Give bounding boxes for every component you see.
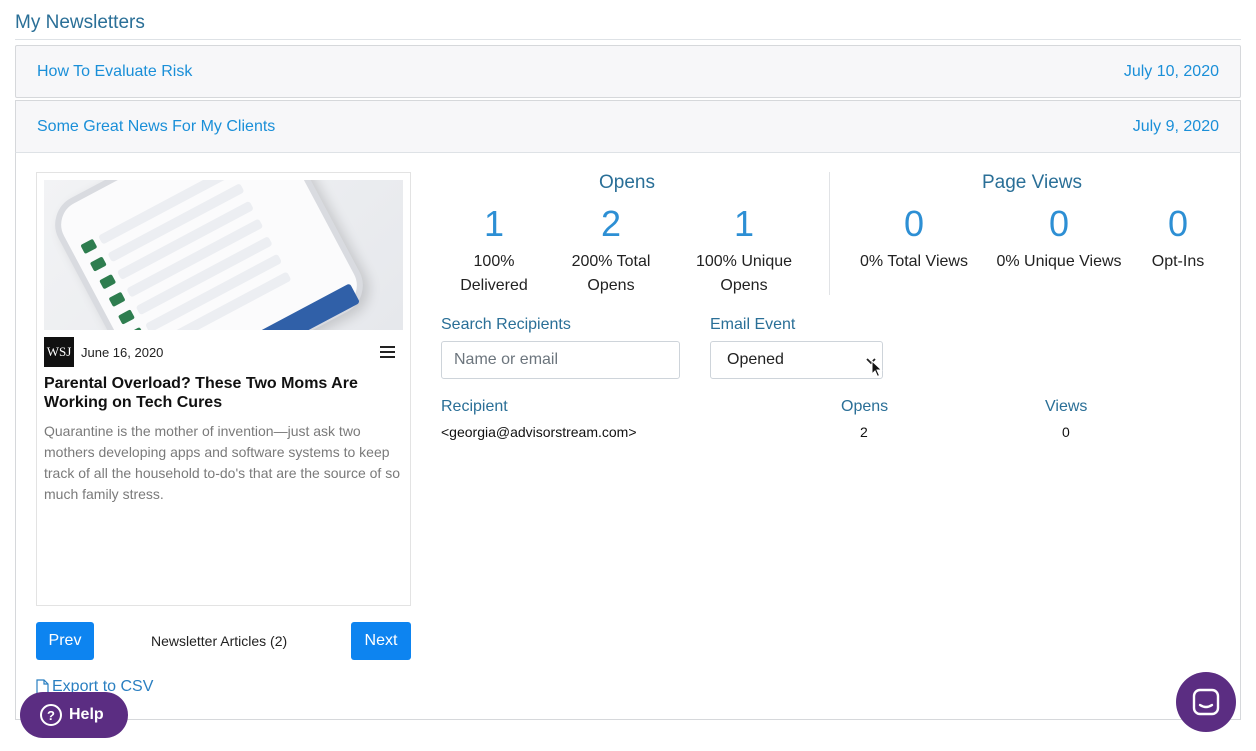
recipient-column-header: Recipient xyxy=(441,398,508,415)
title-divider xyxy=(15,39,1241,40)
opens-title: Opens xyxy=(599,172,655,193)
newsletter-row-expanded[interactable]: Some Great News For My Clients July 9, 2… xyxy=(15,100,1241,153)
newsletter-row[interactable]: How To Evaluate Risk July 10, 2020 xyxy=(15,45,1241,98)
search-recipients-input[interactable] xyxy=(441,341,680,379)
chat-launcher-button[interactable] xyxy=(1176,672,1236,732)
articles-count: Newsletter Articles (2) xyxy=(151,633,288,649)
question-icon: ? xyxy=(40,704,62,726)
article-card: WSJ June 16, 2020 Parental Overload? The… xyxy=(36,172,411,606)
next-button[interactable]: Next xyxy=(351,622,411,660)
article-date: June 16, 2020 xyxy=(81,345,164,360)
total-opens-count: 2 xyxy=(600,203,622,244)
help-label: Help xyxy=(69,706,104,723)
opt-ins-label: Opt-Ins xyxy=(1151,253,1205,270)
stats-divider xyxy=(829,172,830,295)
phone-illustration xyxy=(44,180,374,330)
prev-button[interactable]: Prev xyxy=(36,622,94,660)
opens-column-header: Opens xyxy=(841,398,889,415)
unique-opens-count: 1 xyxy=(733,203,755,244)
newsletter-title[interactable]: How To Evaluate Risk xyxy=(37,63,192,81)
unique-opens-label: 100% Unique Opens xyxy=(695,253,793,294)
email-event-value: Opened xyxy=(727,351,784,368)
source-logo: WSJ xyxy=(44,337,74,367)
total-opens-label: 200% Total Opens xyxy=(571,253,651,294)
newsletter-title[interactable]: Some Great News For My Clients xyxy=(37,118,275,136)
views-column-header: Views xyxy=(1045,398,1088,415)
recipient-email: <georgia@advisorstream.com> xyxy=(441,424,637,440)
article-title[interactable]: Parental Overload? These Two Moms Are Wo… xyxy=(44,374,404,412)
chat-icon xyxy=(1192,688,1220,716)
help-button[interactable]: ? Help xyxy=(20,692,128,738)
page-views-title: Page Views xyxy=(982,172,1082,193)
page-title: My Newsletters xyxy=(15,12,145,33)
email-event-label: Email Event xyxy=(710,316,796,333)
total-views-label: 0% Total Views xyxy=(860,253,968,270)
article-description: Quarantine is the mother of invention—ju… xyxy=(44,423,400,502)
article-image xyxy=(44,180,403,330)
hamburger-menu-icon[interactable] xyxy=(380,346,395,358)
newsletter-date: July 10, 2020 xyxy=(1123,62,1219,80)
recipient-views: 0 xyxy=(1062,424,1070,440)
total-views-count: 0 xyxy=(903,203,925,244)
recipient-opens: 2 xyxy=(860,424,868,440)
newsletter-date: July 9, 2020 xyxy=(1132,117,1219,135)
search-recipients-label: Search Recipients xyxy=(441,316,571,333)
email-event-select[interactable]: Opened xyxy=(710,341,883,379)
mouse-cursor-icon xyxy=(871,360,883,378)
opt-ins-count: 0 xyxy=(1167,203,1189,244)
